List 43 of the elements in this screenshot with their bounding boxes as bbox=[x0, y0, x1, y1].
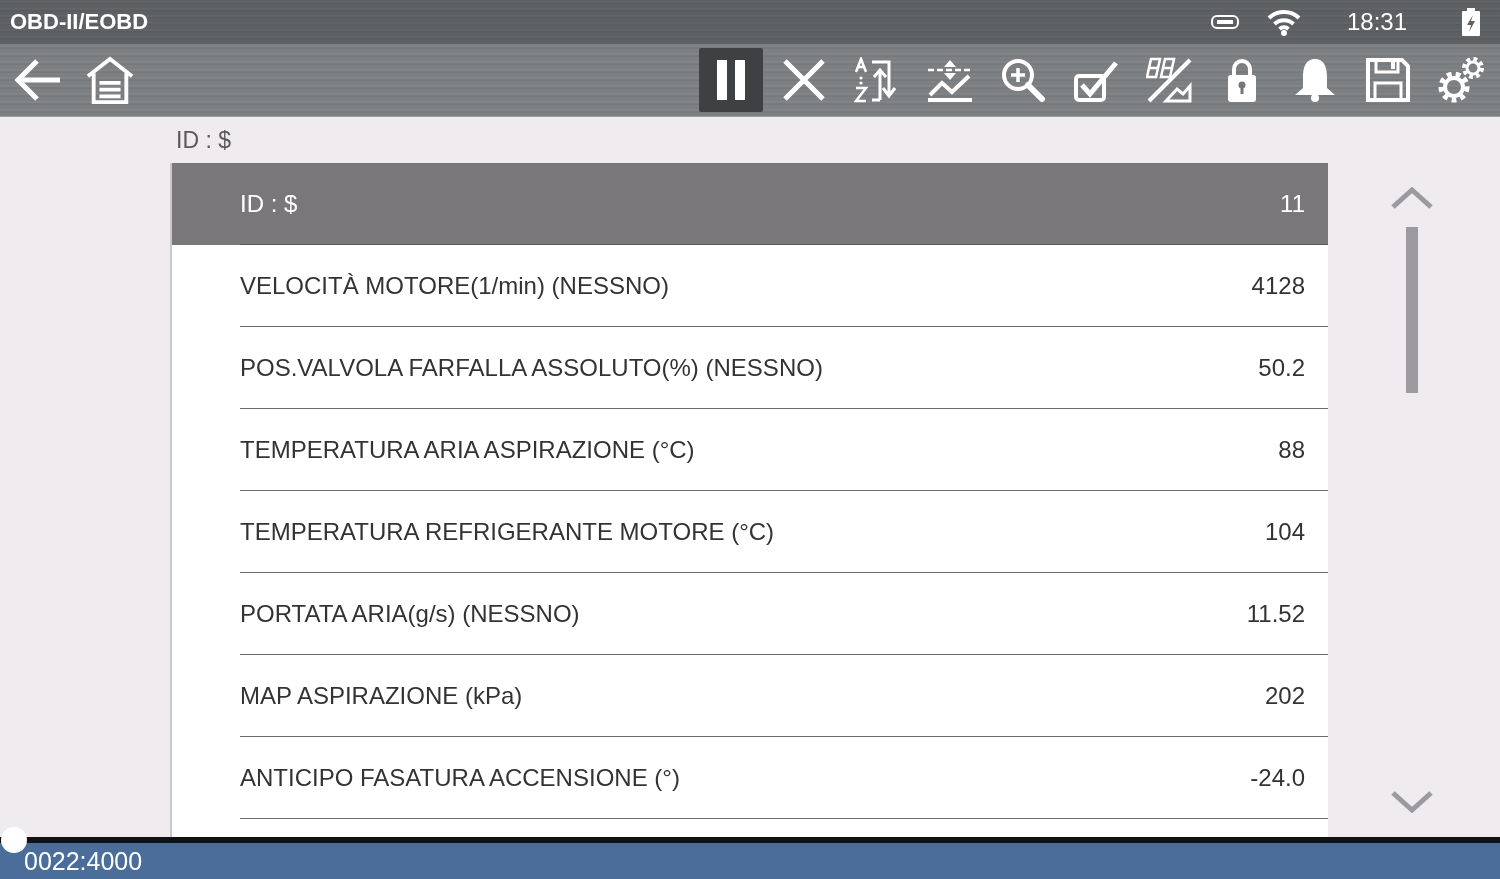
row-value: 50.2 bbox=[1258, 353, 1305, 382]
playback-thumb[interactable] bbox=[1, 827, 27, 853]
gears-icon bbox=[1438, 57, 1484, 103]
row-value: 4128 bbox=[1251, 271, 1305, 300]
settings-button[interactable] bbox=[1438, 57, 1484, 103]
zoom-button[interactable] bbox=[1000, 57, 1046, 103]
frame-counter: 0022:4000 bbox=[24, 846, 143, 876]
display-button[interactable] bbox=[1146, 57, 1192, 103]
row-label: ID : $ bbox=[240, 189, 298, 218]
row-label: POS.VALVOLA FARFALLA ASSOLUTO(%) (NESSNO) bbox=[240, 353, 823, 382]
digits-chart-icon bbox=[1146, 57, 1192, 103]
save-button[interactable] bbox=[1365, 57, 1411, 103]
row-label: MAP ASPIRAZIONE (kPa) bbox=[240, 681, 523, 710]
garage-icon bbox=[85, 56, 135, 104]
row-value: 88 bbox=[1278, 435, 1305, 464]
scroll-down-button[interactable] bbox=[1391, 791, 1433, 813]
row-label: TEMPERATURA ARIA ASPIRAZIONE (°C) bbox=[240, 435, 695, 464]
row-label: ANTICIPO FASATURA ACCENSIONE (°) bbox=[240, 763, 680, 792]
chevron-up-icon bbox=[1391, 187, 1433, 209]
row-value: 11.52 bbox=[1246, 599, 1305, 628]
clock-time: 18:31 bbox=[1346, 8, 1407, 36]
zoom-in-icon bbox=[1000, 57, 1046, 103]
clear-button[interactable] bbox=[781, 57, 827, 103]
list-row[interactable]: ID : $ 11 bbox=[172, 163, 1328, 245]
pause-button[interactable] bbox=[699, 48, 763, 112]
wifi-icon bbox=[1266, 8, 1301, 36]
home-button[interactable] bbox=[85, 56, 135, 104]
row-label: TEMPERATURA REFRIGERANTE MOTORE (°C) bbox=[240, 517, 775, 546]
row-label: VELOCITÀ MOTORE(1/min) (NESSNO) bbox=[240, 271, 669, 300]
row-label: PORTATA ARIA(g/s) (NESSNO) bbox=[240, 599, 580, 628]
row-value: 202 bbox=[1264, 681, 1305, 710]
close-icon bbox=[781, 57, 827, 103]
usb-icon bbox=[1210, 15, 1239, 29]
scrollbar-thumb[interactable] bbox=[1406, 227, 1418, 393]
scroll-up-button[interactable] bbox=[1391, 187, 1433, 209]
battery-icon bbox=[1461, 8, 1481, 36]
app-title: OBD-II/EOBD bbox=[10, 9, 149, 35]
chevron-down-icon bbox=[1391, 791, 1433, 813]
list-heading: ID : $ bbox=[176, 126, 231, 154]
row-value: -24.0 bbox=[1250, 763, 1305, 792]
row-value: 11 bbox=[1280, 189, 1305, 218]
row-value: 104 bbox=[1264, 517, 1305, 546]
save-icon bbox=[1365, 57, 1411, 103]
